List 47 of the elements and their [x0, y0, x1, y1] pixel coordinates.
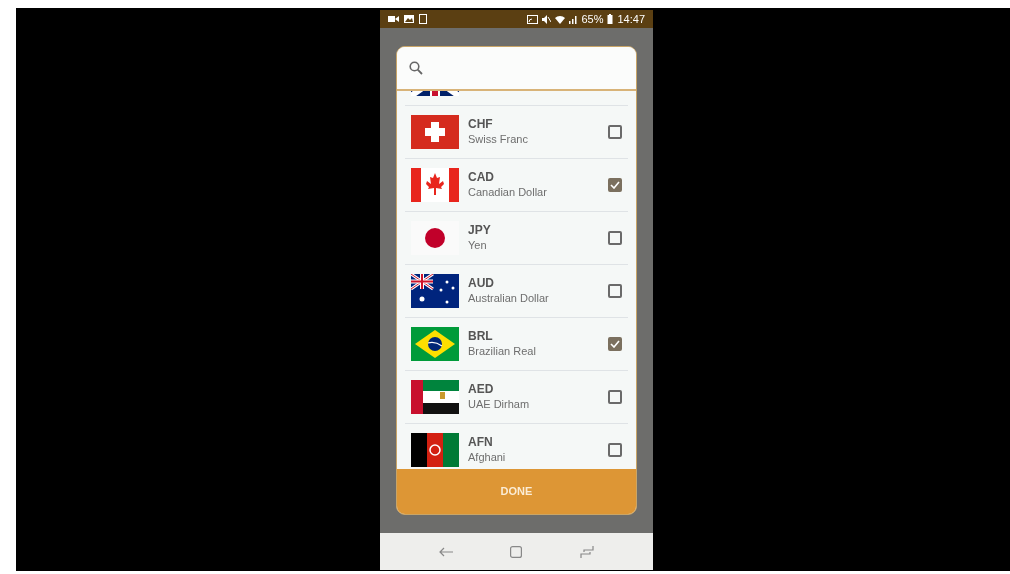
- checkbox[interactable]: [608, 443, 622, 457]
- currency-name: Swiss Franc: [468, 132, 528, 147]
- currency-row[interactable]: BRL Brazilian Real: [405, 318, 628, 371]
- checkbox[interactable]: [608, 390, 622, 404]
- currency-name: Australian Dollar: [468, 291, 549, 306]
- cast-icon: [527, 14, 539, 24]
- checkbox[interactable]: [608, 284, 622, 298]
- image-icon: [404, 15, 414, 23]
- flag-icon: [411, 115, 459, 149]
- currency-code: CHF: [468, 117, 494, 133]
- currency-code: AFN: [468, 435, 494, 451]
- back-icon[interactable]: [438, 546, 453, 557]
- flag-icon: [411, 274, 459, 308]
- search-icon: [409, 61, 423, 75]
- checkbox[interactable]: [608, 178, 622, 192]
- clock-time: 14:47: [617, 11, 645, 27]
- flag-icon: [411, 168, 459, 202]
- signal-icon: [569, 14, 578, 24]
- checkbox[interactable]: [608, 337, 622, 351]
- currency-name: Afghani: [468, 450, 506, 465]
- currency-name: Brazilian Real: [468, 344, 536, 359]
- camera-icon: [388, 15, 399, 23]
- checkbox[interactable]: [608, 125, 622, 139]
- currency-name: Yen: [468, 238, 488, 253]
- flag-icon: [411, 327, 459, 361]
- battery-percent: 65%: [581, 11, 604, 27]
- wifi-icon: [555, 14, 566, 24]
- battery-icon: [607, 14, 614, 24]
- currency-row[interactable]: CHF Swiss Franc: [405, 106, 628, 159]
- currency-name: Canadian Dollar: [468, 185, 547, 200]
- mute-icon: [542, 14, 552, 24]
- currency-code: AED: [468, 382, 495, 398]
- home-icon[interactable]: [510, 545, 523, 558]
- currency-code: AUD: [468, 276, 495, 292]
- currency-code: BRL: [468, 329, 494, 345]
- currency-code: CAD: [468, 170, 495, 186]
- search-field[interactable]: [397, 47, 636, 91]
- currency-name: UAE Dirham: [468, 397, 530, 412]
- file-icon: [419, 14, 427, 24]
- currency-row[interactable]: AUD Australian Dollar: [405, 265, 628, 318]
- currency-row[interactable]: CAD Canadian Dollar: [405, 159, 628, 212]
- flag-icon: [411, 380, 459, 414]
- checkbox[interactable]: [608, 231, 622, 245]
- currency-row[interactable]: AED UAE Dirham: [405, 371, 628, 424]
- flag-icon: [411, 433, 459, 467]
- currency-code: JPY: [468, 223, 491, 239]
- currency-row[interactable]: JPY Yen: [405, 212, 628, 265]
